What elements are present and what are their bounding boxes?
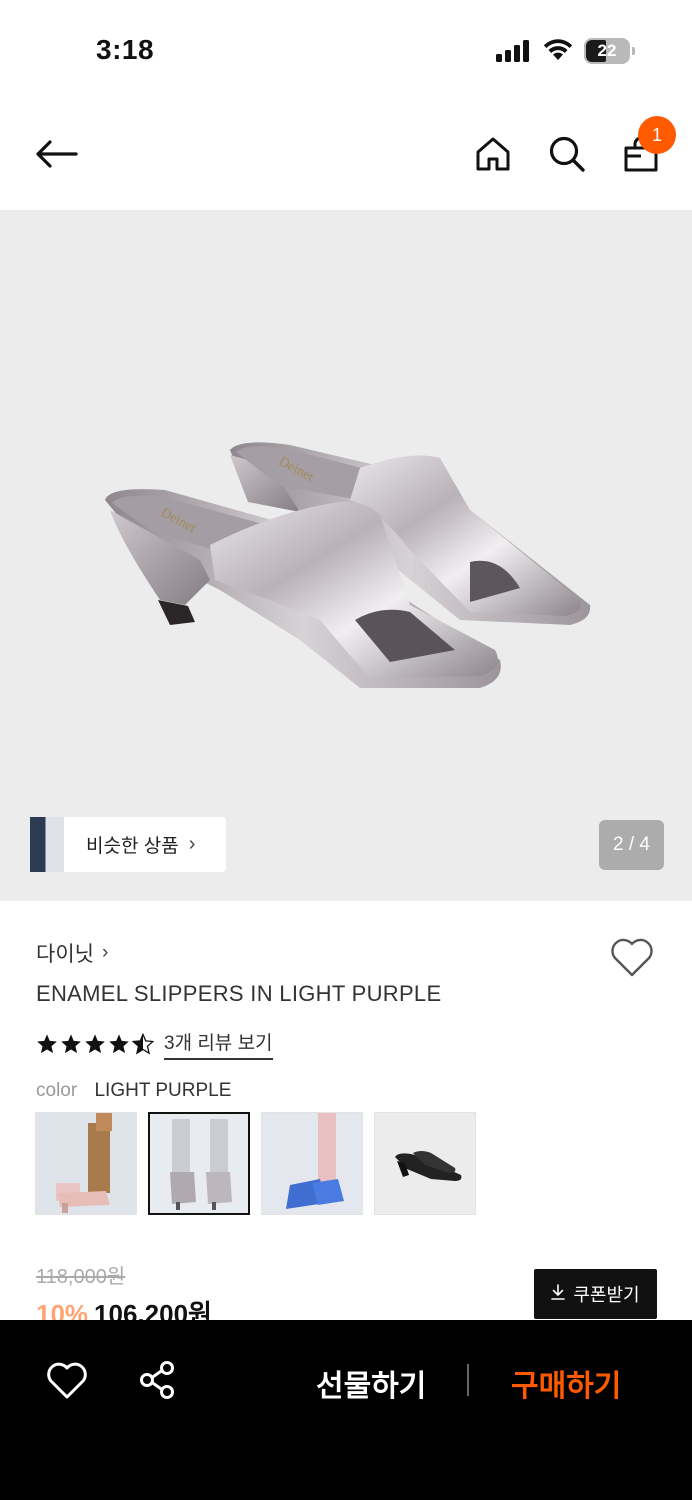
battery-level: 22: [597, 41, 617, 60]
color-options: [35, 1112, 476, 1215]
color-option-black[interactable]: [374, 1112, 476, 1215]
color-option-light-purple[interactable]: [148, 1112, 250, 1215]
half-star-icon: [132, 1033, 154, 1055]
status-bar: 3:18 22: [0, 0, 692, 100]
signal-icon: [496, 40, 530, 67]
search-icon: [549, 136, 585, 172]
color-value: LIGHT PURPLE: [94, 1080, 232, 1101]
color-option-pink[interactable]: [35, 1112, 137, 1215]
similar-products-button[interactable]: 비슷한 상품 ›: [30, 817, 226, 872]
similar-product-thumbnail: [30, 817, 64, 872]
similar-products-label: 비슷한 상품: [86, 836, 179, 857]
heart-icon: [47, 1362, 87, 1399]
bottom-action-bar: [0, 1320, 692, 1500]
search-button[interactable]: [543, 130, 591, 178]
brand-link[interactable]: 다이닛 ›: [36, 938, 108, 968]
home-button[interactable]: [469, 130, 517, 178]
review-link[interactable]: 3개 리뷰 보기: [164, 1028, 273, 1060]
download-icon: [551, 1283, 566, 1305]
image-counter: 2 / 4: [599, 820, 664, 870]
wifi-icon: [542, 38, 574, 67]
share-icon: [140, 1361, 174, 1399]
home-icon: [476, 137, 510, 171]
star-icon: [61, 1034, 81, 1054]
wishlist-button[interactable]: [44, 1358, 90, 1404]
cart-count-badge: 1: [638, 116, 676, 154]
back-button[interactable]: [32, 130, 80, 178]
battery-icon: 22: [584, 38, 635, 64]
product-image-carousel[interactable]: Deinet Deinet: [0, 210, 692, 901]
rating-row: 3개 리뷰 보기: [36, 1028, 273, 1060]
bottom-bar-divider: [467, 1364, 469, 1396]
star-icon: [109, 1034, 129, 1054]
heart-icon: [611, 938, 653, 977]
arrow-left-icon: [36, 140, 78, 168]
color-row: color LIGHT PURPLE: [36, 1080, 231, 1102]
coupon-label: 쿠폰받기: [573, 1285, 640, 1305]
original-price: 118,000원: [36, 1266, 126, 1288]
like-button[interactable]: [608, 934, 656, 982]
brand-name: 다이닛: [36, 943, 94, 966]
star-icon: [37, 1034, 57, 1054]
color-option-blue[interactable]: [261, 1112, 363, 1215]
gift-button[interactable]: 선물하기: [316, 1361, 426, 1405]
buy-button[interactable]: 구매하기: [511, 1361, 621, 1405]
status-time: 3:18: [96, 34, 155, 65]
star-rating: [36, 1033, 154, 1055]
chevron-right-icon: ›: [101, 942, 109, 963]
product-title: ENAMEL SLIPPERS IN LIGHT PURPLE: [36, 981, 442, 1006]
share-button[interactable]: [136, 1358, 180, 1402]
coupon-button[interactable]: 쿠폰받기: [534, 1269, 657, 1319]
chevron-right-icon: ›: [188, 833, 196, 855]
color-label: color: [36, 1080, 78, 1101]
product-image: Deinet Deinet: [105, 442, 591, 688]
star-icon: [85, 1034, 105, 1054]
